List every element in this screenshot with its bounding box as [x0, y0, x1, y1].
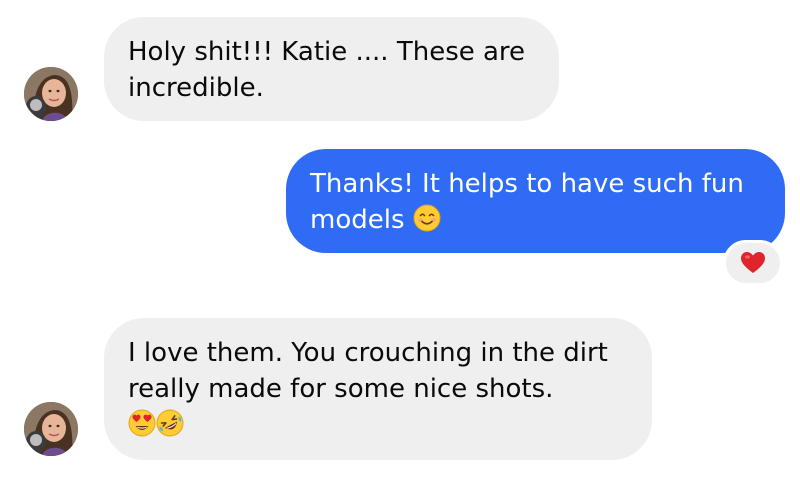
incoming-message[interactable]: I love them. You crouching in the dirt r… [104, 318, 652, 460]
message-text: Holy shit!!! Katie .... These are incred… [128, 37, 526, 103]
rolling-laughing-emoji-icon [156, 409, 184, 437]
smiling-face-emoji-icon [413, 204, 441, 232]
red-heart-icon [741, 252, 765, 273]
outgoing-message[interactable]: Thanks! It helps to have such fun models [286, 149, 785, 253]
contact-photo [24, 402, 78, 456]
contact-photo [24, 67, 78, 121]
contact-avatar[interactable] [24, 402, 78, 456]
message-reaction[interactable] [723, 240, 783, 286]
contact-avatar[interactable] [24, 67, 78, 121]
message-text: Thanks! It helps to have such fun models [310, 169, 744, 235]
emoji-line [128, 407, 628, 443]
heart-eyes-emoji-icon [128, 409, 156, 437]
incoming-message[interactable]: Holy shit!!! Katie .... These are incred… [104, 17, 559, 121]
message-text: I love them. You crouching in the dirt r… [128, 338, 608, 404]
